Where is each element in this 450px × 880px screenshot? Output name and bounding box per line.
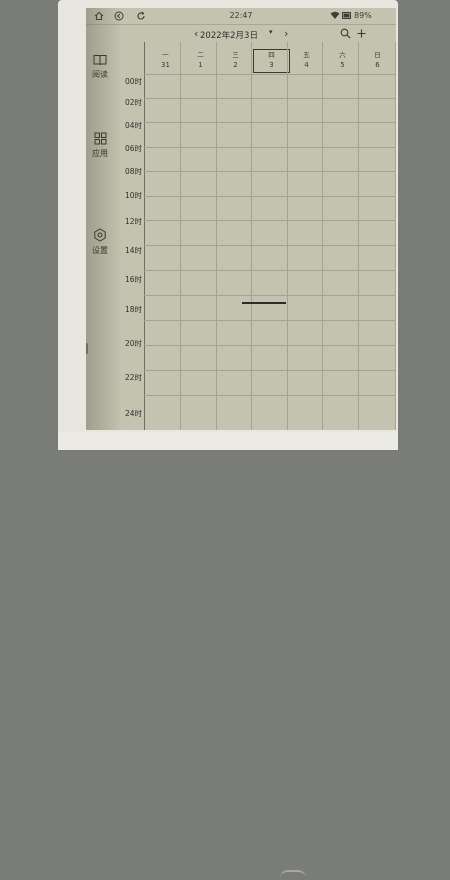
- day-header[interactable]: 一 31: [148, 50, 183, 72]
- date-number: 3: [269, 61, 274, 69]
- next-week-button[interactable]: ›: [284, 28, 288, 39]
- weekday-label: 一: [162, 51, 169, 59]
- weekday-label: 四: [268, 51, 275, 59]
- day-column-line: [395, 42, 396, 430]
- week-grid[interactable]: 一 31 二 1 三 2 四 3 五 4 六 5 日 6 00时 02时 04时…: [110, 42, 396, 430]
- hour-label: 08时: [124, 167, 142, 176]
- weekday-label: 五: [303, 51, 310, 59]
- hour-line: [144, 196, 396, 197]
- hour-line: [144, 245, 396, 246]
- date-header: ‹ 2022年2月3日 ▾ ›: [86, 26, 396, 42]
- current-time-marker: [242, 302, 286, 304]
- weekday-label: 日: [374, 51, 381, 59]
- date-number: 5: [340, 61, 345, 69]
- day-header[interactable]: 三 2: [218, 50, 253, 72]
- hour-line: [144, 395, 396, 396]
- refresh-icon[interactable]: [136, 11, 146, 21]
- prev-week-button[interactable]: ‹: [194, 28, 198, 39]
- date-number: 4: [304, 61, 309, 69]
- hour-label: 10时: [124, 191, 142, 200]
- hour-label: 04时: [124, 121, 142, 130]
- date-number: 1: [198, 61, 203, 69]
- status-bar: 22:47 89%: [86, 8, 396, 25]
- hour-line: [144, 370, 396, 371]
- search-icon[interactable]: [340, 28, 351, 42]
- device-chin: [58, 432, 398, 872]
- hour-label: 12时: [124, 217, 142, 226]
- hour-line: [144, 122, 396, 123]
- hour-line: [144, 270, 396, 271]
- day-column-line: [251, 42, 252, 430]
- clock: 22:47: [229, 11, 253, 20]
- hour-label: 24时: [124, 409, 142, 418]
- hour-line: [144, 220, 396, 221]
- hour-label: 02时: [124, 98, 142, 107]
- hour-line: [144, 171, 396, 172]
- day-column-line: [358, 42, 359, 430]
- calendar-icon: [86, 342, 96, 356]
- day-column-line: [287, 42, 288, 430]
- day-header[interactable]: 日 6: [360, 50, 395, 72]
- sidebar-item-schedule[interactable]: 程: [86, 342, 96, 368]
- day-header[interactable]: 六 5: [325, 50, 360, 72]
- eink-screen: 22:47 89% ‹ 2022年2月3日 ▾ › 阅读 应用 设置 一 31 …: [86, 8, 396, 430]
- weekday-label: 三: [232, 51, 239, 59]
- hour-label: 00时: [124, 77, 142, 86]
- back-icon[interactable]: [114, 11, 124, 21]
- battery-icon: [342, 11, 352, 22]
- chevron-down-icon[interactable]: ▾: [269, 28, 273, 36]
- hour-label: 22时: [124, 373, 142, 382]
- time-axis: [144, 42, 145, 430]
- hour-label: 20时: [124, 339, 142, 348]
- sidebar-item-label: 应用: [92, 149, 108, 158]
- day-column-line: [322, 42, 323, 430]
- battery-percent: 89%: [354, 11, 372, 20]
- day-column-line: [180, 42, 181, 430]
- date-number: 6: [375, 61, 380, 69]
- day-header-selected[interactable]: 四 3: [253, 49, 290, 73]
- device-logo: [280, 870, 306, 880]
- date-number: 2: [233, 61, 238, 69]
- hour-label: 18时: [124, 305, 142, 314]
- hour-line: [144, 295, 396, 296]
- weekday-label: 二: [197, 51, 204, 59]
- sidebar-item-label: 设置: [92, 246, 108, 255]
- hour-line: [144, 147, 396, 148]
- hour-line: [144, 320, 396, 321]
- date-title[interactable]: 2022年2月3日: [200, 29, 258, 41]
- hour-line: [144, 98, 396, 99]
- wifi-icon: [330, 11, 340, 22]
- hour-line: [144, 345, 396, 346]
- weekday-label: 六: [339, 51, 346, 59]
- hour-line: [144, 74, 396, 75]
- day-column-line: [216, 42, 217, 430]
- add-icon[interactable]: [356, 28, 367, 42]
- day-header[interactable]: 五 4: [289, 50, 324, 72]
- sidebar-item-label: 阅读: [92, 70, 108, 79]
- date-number: 31: [161, 61, 170, 69]
- hour-label: 16时: [124, 275, 142, 284]
- day-header[interactable]: 二 1: [183, 50, 218, 72]
- hour-label: 06时: [124, 144, 142, 153]
- hour-label: 14时: [124, 246, 142, 255]
- home-icon[interactable]: [94, 11, 104, 21]
